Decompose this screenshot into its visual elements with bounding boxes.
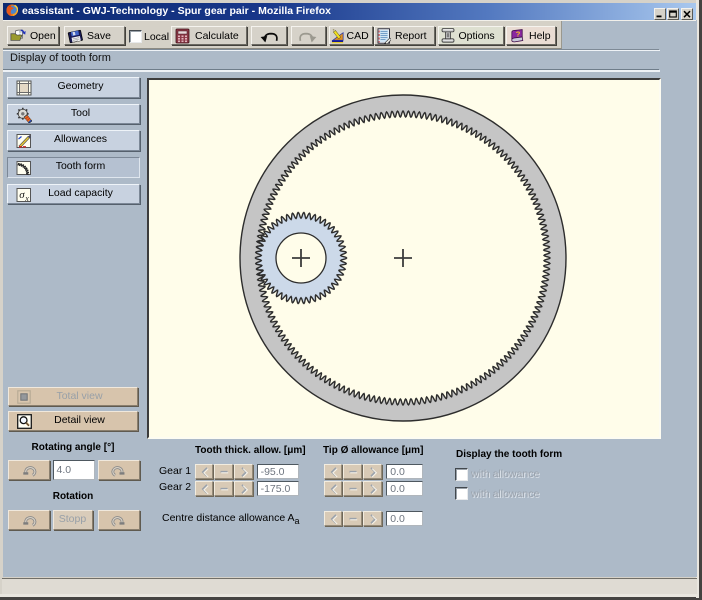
svg-text:?: ?: [516, 29, 521, 38]
svg-text:x: x: [24, 194, 29, 203]
